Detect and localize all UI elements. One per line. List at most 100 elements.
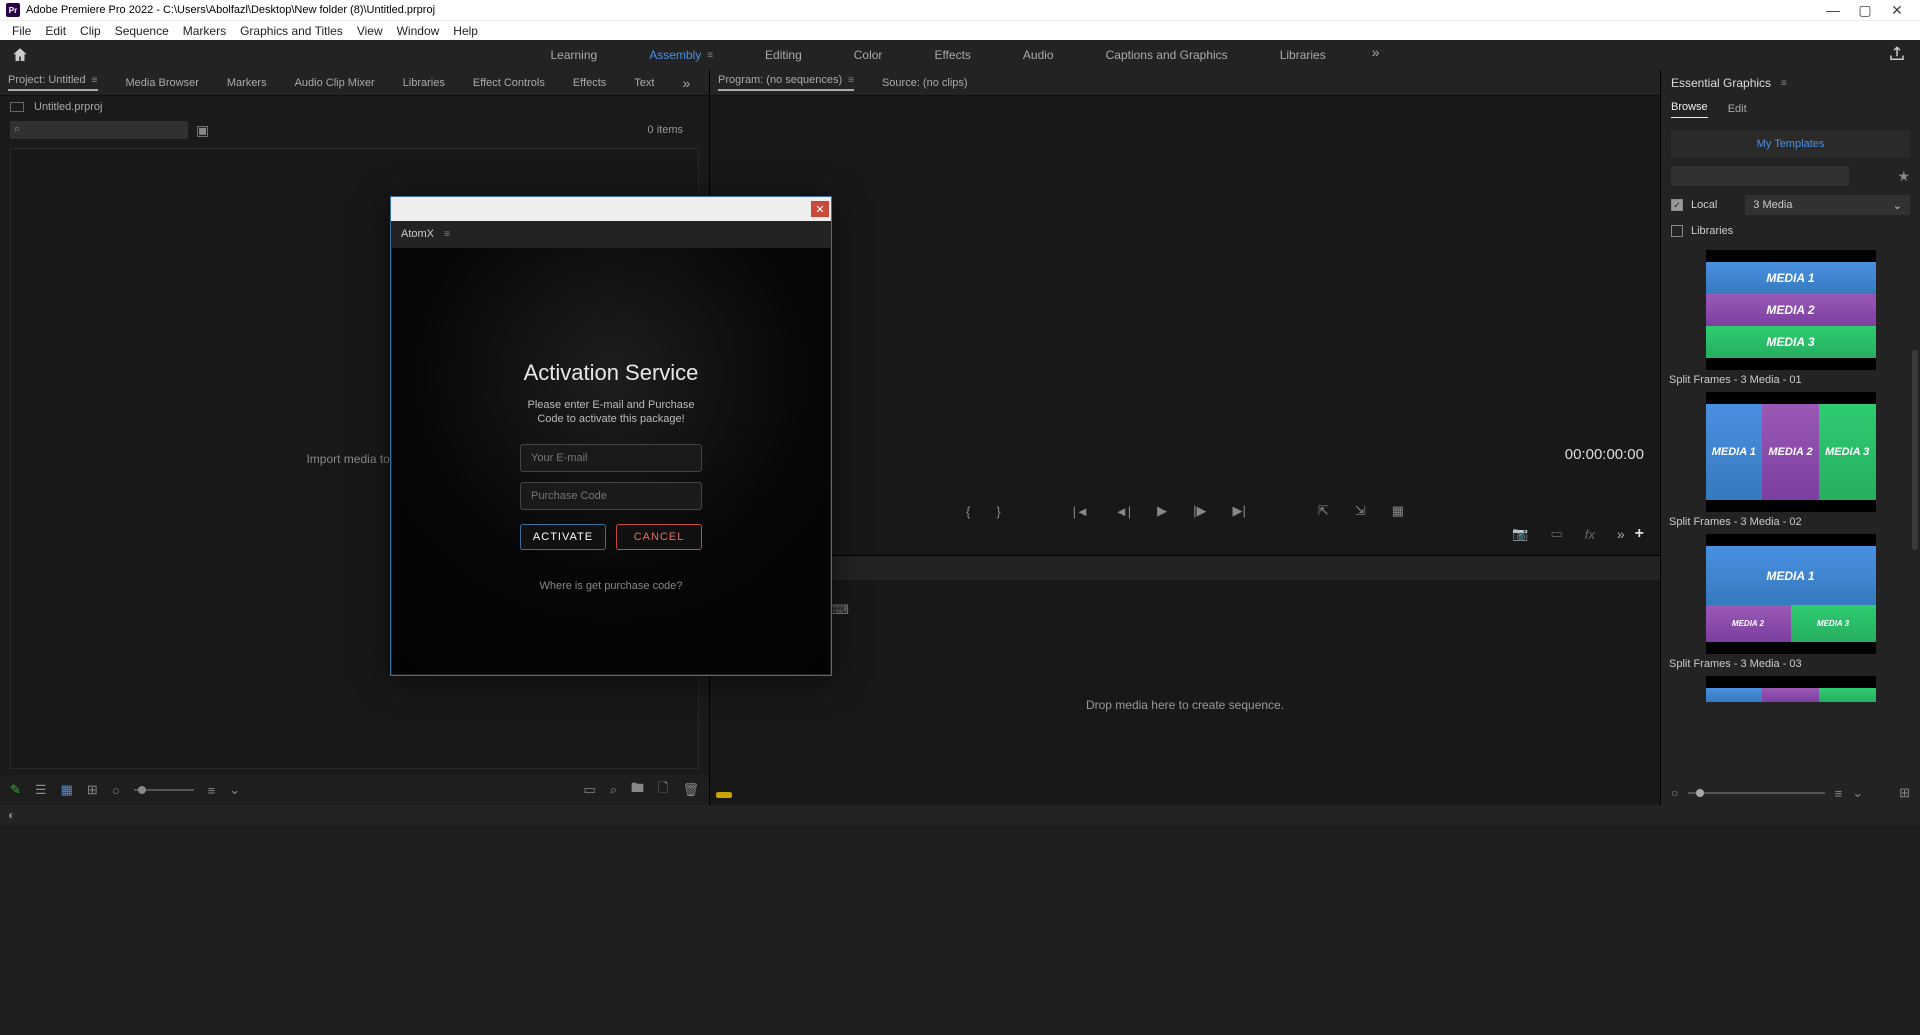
template-item[interactable]: MEDIA 1 MEDIA 2 MEDIA 3 Split Frames - 3…	[1667, 392, 1914, 528]
media-filter-dropdown[interactable]: 3 Media⌄	[1745, 195, 1910, 215]
new-item-icon[interactable]: 🗋	[658, 779, 668, 801]
new-bin-btn-icon[interactable]: 🖿	[631, 779, 644, 801]
tab-source[interactable]: Source: (no clips)	[882, 77, 968, 89]
workspace-assembly[interactable]: Assembly≡	[643, 44, 719, 66]
menu-sequence[interactable]: Sequence	[109, 24, 175, 38]
home-button[interactable]	[10, 45, 30, 65]
modal-close-button[interactable]: ✕	[811, 201, 829, 217]
purchase-code-input[interactable]	[520, 482, 702, 510]
menu-file[interactable]: File	[6, 24, 37, 38]
local-checkbox[interactable]: ✓	[1671, 199, 1683, 211]
find-icon[interactable]: ⌕	[610, 782, 617, 798]
writable-icon[interactable]: ✎	[10, 782, 21, 798]
template-label: Split Frames - 3 Media - 03	[1667, 658, 1914, 670]
my-templates-button[interactable]: My Templates	[1671, 130, 1910, 158]
extract-icon[interactable]: ⇲	[1355, 503, 1366, 519]
chevron-down-icon[interactable]: ⌄	[229, 782, 240, 798]
scrollbar[interactable]	[1912, 350, 1918, 550]
captions-icon[interactable]: ⌨	[830, 602, 849, 618]
minimize-button[interactable]: ―	[1826, 3, 1840, 17]
tab-audio-clip-mixer[interactable]: Audio Clip Mixer	[295, 77, 375, 89]
tab-media-browser[interactable]: Media Browser	[126, 77, 199, 89]
menu-clip[interactable]: Clip	[74, 24, 107, 38]
chevron-down-icon[interactable]: ⌄	[1852, 785, 1863, 801]
media-slot	[1819, 688, 1876, 702]
workspace-captions[interactable]: Captions and Graphics	[1100, 44, 1234, 66]
tab-program[interactable]: Program: (no sequences)≡	[718, 74, 854, 91]
timeline-timecode[interactable]: :00:00	[718, 584, 1652, 600]
tab-effects[interactable]: Effects	[573, 77, 606, 89]
project-search-input[interactable]	[10, 121, 188, 139]
mark-in-icon[interactable]: {	[966, 504, 970, 519]
hamburger-icon[interactable]: ≡	[444, 229, 450, 240]
program-scrubber[interactable]	[726, 475, 1644, 491]
tab-libraries[interactable]: Libraries	[403, 77, 445, 89]
mark-out-icon[interactable]: }	[996, 504, 1000, 519]
activate-button[interactable]: ACTIVATE	[520, 524, 606, 550]
tab-effect-controls[interactable]: Effect Controls	[473, 77, 545, 89]
step-back-icon[interactable]: ◄|	[1115, 504, 1131, 519]
camera-icon[interactable]: 📷	[1512, 526, 1528, 542]
where-code-link[interactable]: Where is get purchase code?	[539, 580, 682, 592]
eg-tab-browse[interactable]: Browse	[1671, 101, 1708, 118]
bin-icon	[10, 102, 24, 112]
workspace-audio[interactable]: Audio	[1017, 44, 1060, 66]
go-to-in-icon[interactable]: |◄	[1073, 504, 1089, 519]
menu-view[interactable]: View	[351, 24, 389, 38]
workspace-editing[interactable]: Editing	[759, 44, 808, 66]
button-editor-overflow-icon[interactable]: »	[1617, 526, 1625, 542]
close-button[interactable]: ✕	[1890, 3, 1904, 17]
hamburger-icon[interactable]: ≡	[1781, 78, 1787, 89]
fx-icon[interactable]: fx	[1585, 527, 1595, 542]
modal-title-bar[interactable]: ✕	[391, 197, 831, 221]
button-editor-plus-icon[interactable]: +	[1635, 525, 1644, 543]
cancel-button[interactable]: CANCEL	[616, 524, 702, 550]
new-bin-icon[interactable]: ▣	[196, 122, 209, 139]
timeline-zoom-bar[interactable]	[710, 785, 1660, 805]
workspace-overflow-icon[interactable]: »	[1372, 44, 1380, 66]
workspace-effects[interactable]: Effects	[928, 44, 976, 66]
tabs-overflow-icon[interactable]: »	[682, 75, 690, 91]
new-layer-icon[interactable]: ⊞	[1899, 785, 1910, 801]
eg-tab-edit[interactable]: Edit	[1728, 103, 1747, 115]
eg-zoom-slider[interactable]	[1688, 792, 1824, 794]
sort-icon[interactable]: ≡	[1835, 786, 1843, 801]
menu-markers[interactable]: Markers	[177, 24, 232, 38]
tab-text[interactable]: Text	[634, 77, 654, 89]
tab-markers[interactable]: Markers	[227, 77, 267, 89]
workspace-libraries[interactable]: Libraries	[1274, 44, 1332, 66]
favorites-icon[interactable]: ★	[1897, 168, 1910, 185]
quick-export-button[interactable]	[1884, 43, 1910, 68]
tab-project[interactable]: Project: Untitled≡	[8, 74, 98, 91]
menu-edit[interactable]: Edit	[39, 24, 72, 38]
play-icon[interactable]: ▶	[1157, 503, 1167, 519]
email-input[interactable]	[520, 444, 702, 472]
icon-view-icon[interactable]: ▦	[61, 782, 73, 798]
libraries-checkbox[interactable]	[1671, 225, 1683, 237]
modal-tab-atomx[interactable]: AtomX	[401, 228, 434, 240]
timeline-drop-area[interactable]: Drop media here to create sequence.	[710, 624, 1660, 785]
thumbnail-zoom-slider[interactable]	[134, 789, 194, 791]
export-frame-icon[interactable]: ▦	[1392, 503, 1404, 519]
template-item[interactable]: MEDIA 1 MEDIA 2 MEDIA 3 Split Frames - 3…	[1667, 534, 1914, 670]
sort-icon[interactable]: ≡	[208, 783, 216, 798]
step-forward-icon[interactable]: |▶	[1193, 503, 1206, 519]
automate-sequence-icon[interactable]: ▭	[583, 782, 595, 798]
workspace-learning[interactable]: Learning	[544, 44, 603, 66]
list-view-icon[interactable]: ☰	[35, 782, 47, 798]
clear-icon[interactable]: 🗑	[682, 782, 699, 798]
workspace-color[interactable]: Color	[848, 44, 889, 66]
menu-help[interactable]: Help	[447, 24, 484, 38]
media-slot: MEDIA 3	[1791, 605, 1876, 642]
safe-margins-icon[interactable]: ▭	[1550, 526, 1562, 542]
menu-window[interactable]: Window	[391, 24, 446, 38]
template-item[interactable]: MEDIA 1 MEDIA 2 MEDIA 3 Split Frames - 3…	[1667, 250, 1914, 386]
lift-icon[interactable]: ⇱	[1318, 503, 1329, 519]
menu-graphics[interactable]: Graphics and Titles	[234, 24, 349, 38]
go-to-out-icon[interactable]: ▶|	[1233, 503, 1246, 519]
creative-cloud-icon[interactable]: ◐	[8, 808, 15, 822]
freeform-view-icon[interactable]: ⊞	[87, 782, 98, 798]
maximize-button[interactable]: ▢	[1858, 3, 1872, 17]
template-item[interactable]	[1667, 676, 1914, 706]
eg-search-input[interactable]	[1671, 166, 1849, 186]
